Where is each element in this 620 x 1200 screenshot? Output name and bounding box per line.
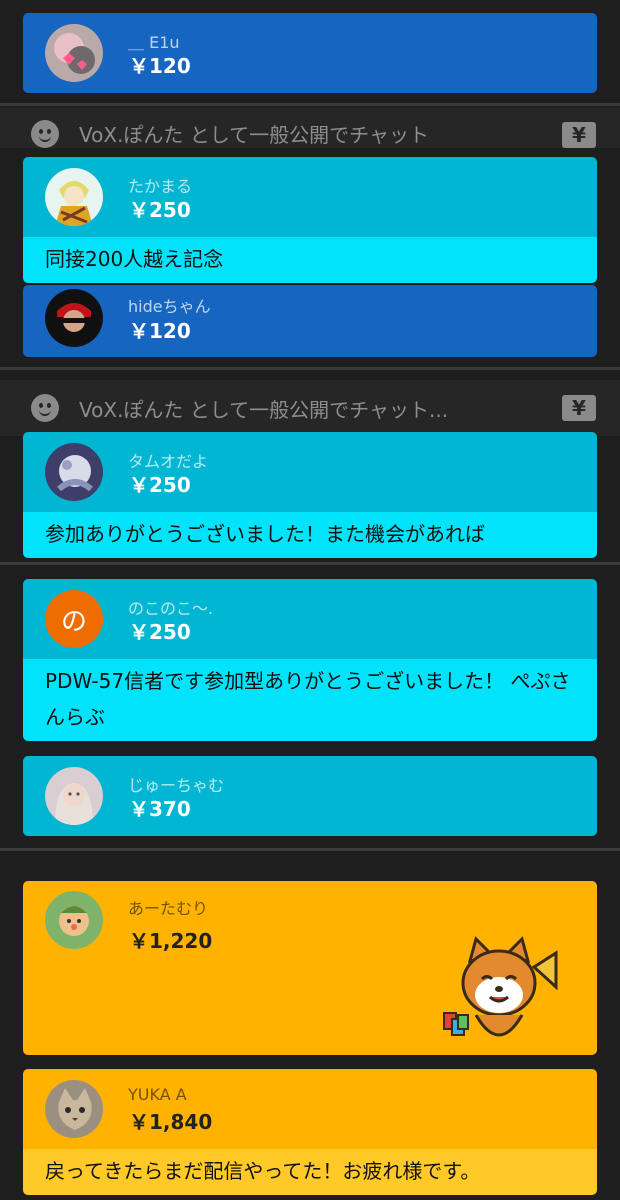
divider xyxy=(0,562,620,565)
superchat-header: たかまる ￥250 xyxy=(23,157,597,237)
user-avatar xyxy=(45,443,103,501)
superchat-header: あーたむり ￥1,220 xyxy=(23,881,597,1055)
superchat-card[interactable]: たかまる ￥250 同接200人越え記念 xyxy=(23,157,597,283)
superchat-card[interactable]: hideちゃん ￥120 xyxy=(23,285,597,357)
superchat-header: タムオだよ ￥250 xyxy=(23,432,597,512)
user-avatar xyxy=(45,168,103,226)
superchat-card[interactable]: の のこのこ〜. ￥250 PDW-57信者です参加型ありがとうございました！ … xyxy=(23,579,597,741)
user-avatar xyxy=(45,891,103,949)
chat-input-placeholder[interactable]: VoX.ぽんた として一般公開でチャット xyxy=(79,119,542,148)
user-name: hideちゃん xyxy=(128,297,211,316)
superchat-message: 参加ありがとうございました！また機会があれば xyxy=(23,512,597,558)
emoji-icon[interactable] xyxy=(31,120,59,148)
user-avatar xyxy=(45,767,103,825)
superchat-card[interactable]: じゅーちゃむ ￥370 xyxy=(23,756,597,836)
chat-input-bar[interactable]: VoX.ぽんた として一般公開でチャット... ¥ xyxy=(0,380,620,436)
user-avatar xyxy=(45,24,103,82)
superchat-card[interactable]: タムオだよ ￥250 参加ありがとうございました！また機会があれば xyxy=(23,432,597,558)
superchat-amount: ￥250 xyxy=(129,620,191,644)
superchat-amount: ￥250 xyxy=(129,473,191,497)
superchat-amount: ￥120 xyxy=(129,319,191,343)
user-name: YUKA A xyxy=(128,1085,187,1104)
superchat-header: じゅーちゃむ ￥370 xyxy=(23,756,597,836)
superchat-amount: ￥120 xyxy=(129,54,191,78)
superchat-message: 戻ってきたらまだ配信やってた！お疲れ様です。 xyxy=(23,1149,597,1195)
superchat-header: hideちゃん ￥120 xyxy=(23,285,597,357)
chat-input-placeholder[interactable]: VoX.ぽんた として一般公開でチャット... xyxy=(79,394,542,423)
superchat-message: PDW-57信者です参加型ありがとうございました！ ぺぷさんらぶ xyxy=(23,659,597,741)
superchat-header: の のこのこ〜. ￥250 xyxy=(23,579,597,659)
super-chat-yen-button[interactable]: ¥ xyxy=(562,122,596,148)
user-avatar xyxy=(45,289,103,347)
super-chat-yen-button[interactable]: ¥ xyxy=(562,395,596,421)
emoji-icon[interactable] xyxy=(31,394,59,422)
superchat-amount: ￥1,840 xyxy=(129,1110,213,1134)
superchat-header: YUKA A ￥1,840 xyxy=(23,1069,597,1149)
superchat-amount: ￥1,220 xyxy=(129,929,213,953)
superchat-card[interactable]: YUKA A ￥1,840 戻ってきたらまだ配信やってた！お疲れ様です。 xyxy=(23,1069,597,1195)
superchat-card[interactable]: あーたむり ￥1,220 xyxy=(23,881,597,1055)
user-name: あーたむり xyxy=(128,899,209,918)
superchat-message: 同接200人越え記念 xyxy=(23,237,597,283)
superchat-amount: ￥250 xyxy=(129,198,191,222)
superchat-header: ＿ E1u ￥120 xyxy=(23,13,597,93)
user-avatar xyxy=(45,1080,103,1138)
user-avatar: の xyxy=(45,590,103,648)
superchat-amount: ￥370 xyxy=(129,797,191,821)
divider xyxy=(0,848,620,851)
shiba-dog-megaphone-sticker xyxy=(440,931,564,1055)
divider xyxy=(0,367,620,370)
superchat-card[interactable]: ＿ E1u ￥120 xyxy=(23,13,597,93)
chat-input-bar[interactable]: VoX.ぽんた として一般公開でチャット ¥ xyxy=(0,108,620,148)
divider xyxy=(0,103,620,106)
